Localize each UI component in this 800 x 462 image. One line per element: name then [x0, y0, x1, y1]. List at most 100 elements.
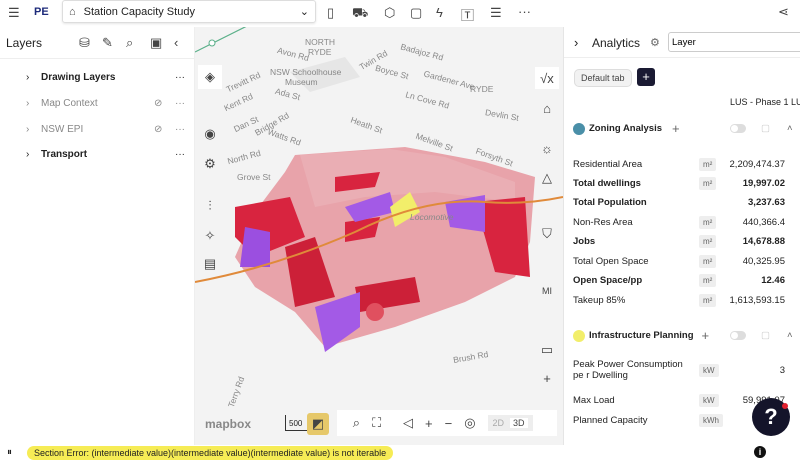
collapse-icon[interactable]: ‹: [174, 35, 178, 50]
camera-icon[interactable]: ◉: [198, 123, 222, 145]
map-style-icon[interactable]: ⛉: [535, 223, 559, 245]
metric-label: Non-Res Area: [573, 217, 633, 228]
add-database-icon[interactable]: ⛁: [79, 35, 90, 51]
unit-badge: m²: [699, 235, 717, 248]
metric-label: Max Load: [573, 395, 615, 406]
layer-input[interactable]: [668, 32, 800, 52]
measure-text[interactable]: MI: [535, 283, 559, 299]
metric-row: Jobs m² 14,678.88: [573, 232, 800, 251]
plus-icon[interactable]: +: [535, 367, 559, 389]
lightning-icon[interactable]: ϟ: [436, 5, 443, 20]
text-tool-icon[interactable]: 🅃: [461, 5, 474, 24]
zoom-in-icon[interactable]: +: [425, 416, 433, 431]
metric-value: 440,366.4: [742, 217, 785, 228]
metric-row: Total dwellings m² 19,997.02: [573, 174, 800, 193]
metric-label: Peak Power Consumption pe r Dwelling: [573, 359, 683, 381]
group-color-dot: [573, 329, 585, 342]
building-tool-icon[interactable]: ▯: [327, 5, 334, 21]
chevron-right-icon[interactable]: ›: [26, 124, 41, 135]
basemap-switch-icon[interactable]: ◩: [307, 413, 329, 435]
zoom-search-icon[interactable]: ⌕: [353, 415, 360, 431]
analytics-title: Analytics: [592, 36, 641, 50]
pause-icon[interactable]: ⏸: [7, 447, 12, 458]
layers-panel: Layers ⛁ ✎ ⌕ ▣ ‹ › Drawing Layers ··· › …: [0, 27, 195, 445]
eye-off-icon[interactable]: ⊘: [154, 124, 162, 135]
settings-icon[interactable]: ⚙: [650, 36, 660, 49]
logo: PE: [34, 6, 49, 18]
building-icon: ⌂: [69, 5, 76, 18]
chevron-right-icon[interactable]: ›: [26, 149, 41, 160]
unit-badge: m²: [699, 216, 717, 229]
sliders-icon[interactable]: ⫶: [198, 195, 222, 217]
group-toggle[interactable]: [730, 331, 746, 340]
map-canvas[interactable]: NORTH RYDE Avon Rd Badajoz Rd Twin Rd Bo…: [195, 27, 563, 445]
shape-icon[interactable]: ⬡: [384, 5, 395, 21]
split-icon[interactable]: ☰: [490, 5, 502, 21]
more-icon[interactable]: ···: [175, 124, 185, 135]
magic-icon[interactable]: ✧: [198, 225, 222, 247]
search-icon[interactable]: ⌕: [126, 35, 133, 51]
metric-label: Total dwellings: [573, 178, 641, 189]
metric-value: 19,997.02: [742, 178, 785, 189]
layer-nsw-epi[interactable]: › NSW EPI ⊘ ···: [0, 118, 195, 140]
info-icon[interactable]: i: [754, 446, 766, 458]
chevron-right-icon[interactable]: ›: [26, 72, 41, 83]
more-icon[interactable]: ···: [175, 149, 185, 160]
metric-label: Planned Capacity: [573, 415, 648, 426]
status-bar: ⏸ Section Error: (intermediate value)(in…: [0, 445, 800, 462]
building-icon[interactable]: ⌂: [535, 97, 559, 119]
add-tab-button[interactable]: +: [637, 68, 655, 86]
analytics-panel: › Analytics ⚙ Default tab + LUS - Phase …: [563, 27, 800, 445]
vehicle-upload-icon[interactable]: ⛟: [352, 5, 368, 23]
formula-icon[interactable]: √x: [535, 67, 559, 89]
more-icon[interactable]: ···: [175, 98, 185, 109]
metric-row: Takeup 85% m² 1,613,593.15: [573, 291, 800, 310]
draw-add-icon[interactable]: ✎: [102, 35, 113, 51]
collapse-icon[interactable]: ˄: [787, 123, 793, 134]
share-icon[interactable]: ⋖: [778, 4, 789, 20]
more-button[interactable]: ···: [518, 4, 531, 19]
layer-map-context[interactable]: › Map Context ⊘ ···: [0, 92, 195, 114]
metric-row: Residential Area m² 2,209,474.37: [573, 155, 800, 174]
unit-badge: kWh: [699, 414, 723, 427]
settings-icon[interactable]: ⚙: [198, 153, 222, 175]
layer-transport[interactable]: › Transport ···: [0, 143, 195, 165]
copy-icon[interactable]: ▢: [761, 123, 770, 134]
layers-toggle-icon[interactable]: ◈: [198, 65, 222, 89]
default-tab[interactable]: Default tab: [574, 69, 632, 87]
presentation-icon[interactable]: ▭: [535, 339, 559, 361]
chevron-right-icon[interactable]: ›: [574, 35, 578, 50]
sun-icon[interactable]: ☼: [535, 137, 559, 159]
metric-label: Total Population: [573, 197, 647, 208]
metric-value: 1,613,593.15: [729, 295, 785, 306]
frame-icon[interactable]: ▢: [410, 5, 422, 21]
chevron-right-icon[interactable]: ›: [26, 98, 41, 109]
layer-label: NSW EPI: [41, 123, 84, 135]
locate-icon[interactable]: ◎: [464, 415, 475, 431]
add-icon[interactable]: +: [702, 328, 710, 343]
eye-off-icon[interactable]: ⊘: [154, 98, 162, 109]
add-icon[interactable]: +: [672, 121, 680, 136]
chevron-down-icon: ⌄: [299, 6, 309, 18]
3d-button[interactable]: 3D: [510, 418, 528, 428]
copy-icon[interactable]: ▢: [761, 330, 770, 341]
2d-button[interactable]: 2D: [493, 418, 505, 428]
group-title: Zoning Analysis: [589, 123, 663, 134]
metric-row: Peak Power Consumption pe r Dwelling kW 3: [573, 357, 800, 383]
menu-icon[interactable]: ☰: [8, 5, 20, 21]
group-toggle[interactable]: [730, 124, 746, 133]
zoom-out-icon[interactable]: −: [445, 416, 453, 431]
terrain-icon[interactable]: △: [535, 167, 559, 189]
cursor-marker: [366, 303, 384, 321]
layer-drawing-layers[interactable]: › Drawing Layers ···: [0, 66, 195, 88]
more-icon[interactable]: ···: [175, 72, 185, 83]
street-label: RYDE: [308, 47, 332, 57]
view-toggle: 2D 3D: [487, 415, 533, 431]
book-icon[interactable]: ▤: [198, 253, 222, 275]
compass-icon[interactable]: ◁: [403, 415, 413, 431]
collapse-icon[interactable]: ˄: [787, 330, 793, 341]
save-icon[interactable]: ▣: [150, 35, 162, 51]
project-selector[interactable]: ⌂ Station Capacity Study ⌄: [62, 0, 316, 23]
metric-value: 12.46: [761, 275, 785, 286]
map-settings-icon[interactable]: ⛶: [372, 415, 381, 431]
